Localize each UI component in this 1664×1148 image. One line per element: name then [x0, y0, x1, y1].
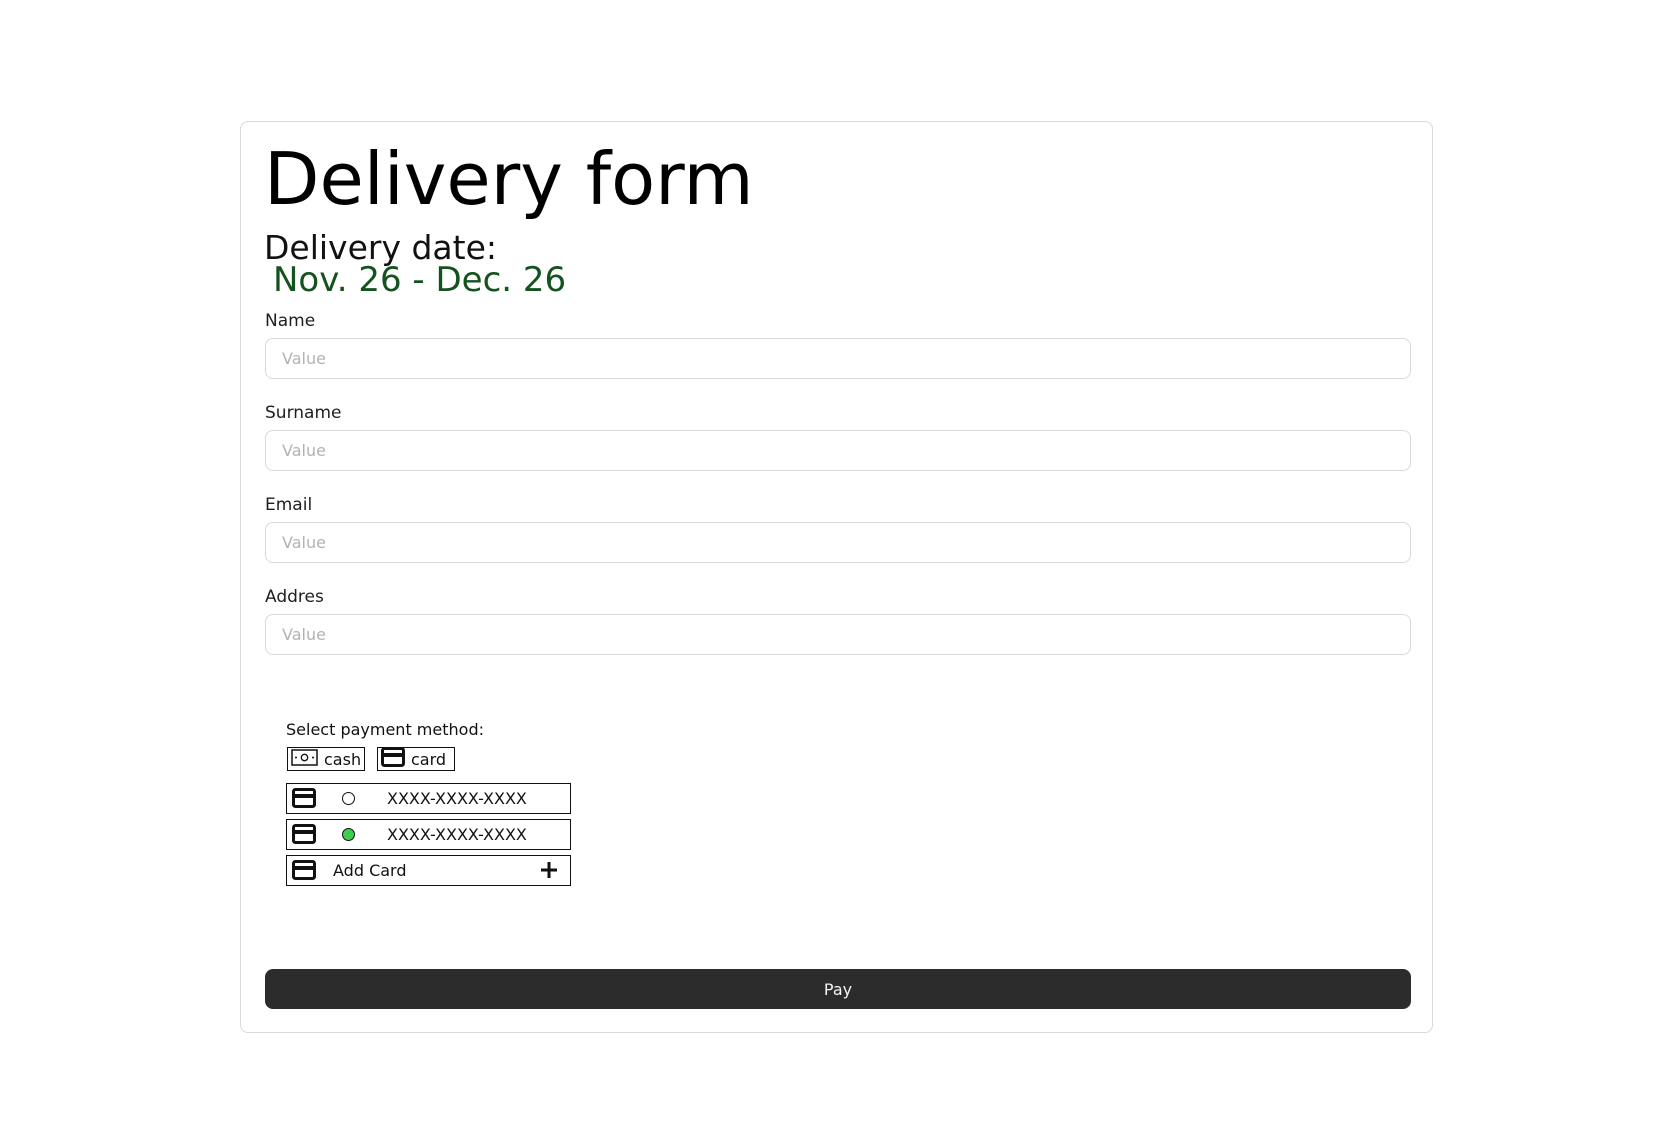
plus-icon	[540, 861, 558, 883]
card-number: XXXX-XXXX-XXXX	[387, 789, 527, 808]
add-card-label: Add Card	[333, 861, 407, 880]
card-radio-button[interactable]	[342, 792, 355, 805]
card-method-label: card	[411, 749, 447, 769]
card-number: XXXX-XXXX-XXXX	[387, 825, 527, 844]
name-label: Name	[265, 311, 316, 331]
add-card-button[interactable]: Add Card	[286, 855, 571, 886]
saved-card-row[interactable]: XXXX-XXXX-XXXX	[286, 783, 571, 814]
payment-method-label: Select payment method:	[286, 720, 484, 739]
card-method-button[interactable]: card	[377, 747, 455, 771]
name-field[interactable]	[265, 338, 1411, 379]
cash-method-button[interactable]: cash	[287, 747, 365, 771]
address-label: Addres	[265, 587, 324, 607]
delivery-form-card: Delivery form Delivery date: Nov. 26 - D…	[240, 121, 1433, 1033]
saved-card-row[interactable]: XXXX-XXXX-XXXX	[286, 819, 571, 850]
surname-field[interactable]	[265, 430, 1411, 471]
pay-button[interactable]: Pay	[265, 969, 1411, 1009]
cash-icon	[291, 748, 318, 770]
surname-label: Surname	[265, 403, 342, 423]
credit-card-icon	[292, 788, 316, 812]
email-label: Email	[265, 495, 313, 515]
email-field[interactable]	[265, 522, 1411, 563]
card-radio-button-selected[interactable]	[342, 828, 355, 841]
delivery-date-range: Nov. 26 - Dec. 26	[273, 260, 567, 300]
credit-card-icon	[292, 824, 316, 848]
credit-card-icon	[292, 860, 316, 884]
credit-card-icon	[381, 747, 405, 771]
address-field[interactable]	[265, 614, 1411, 655]
form-title: Delivery form	[264, 137, 754, 221]
cash-method-label: cash	[324, 749, 362, 769]
